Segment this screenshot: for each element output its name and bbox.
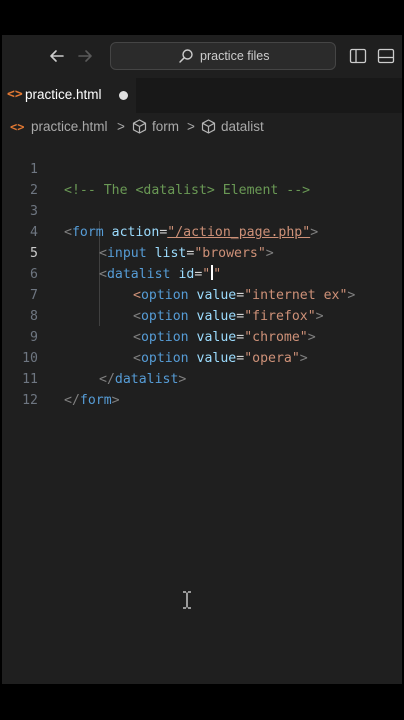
video-letterbox-bottom: [0, 684, 404, 720]
tab-bar: <> practice.html: [2, 78, 402, 113]
code-line[interactable]: 10 </datalist>: [2, 327, 402, 387]
code-line[interactable]: 9 <option value="opera">: [2, 306, 402, 366]
tab-filename: practice.html: [25, 87, 102, 102]
unsaved-dot-icon[interactable]: [119, 91, 128, 100]
title-bar: practice files: [2, 35, 402, 78]
back-arrow-icon[interactable]: [46, 45, 68, 67]
text-cursor-icon: [183, 591, 191, 609]
code-line[interactable]: 7 <option value="firefox">: [2, 264, 402, 324]
command-center-search[interactable]: practice files: [110, 42, 336, 70]
html-file-icon: <>: [10, 120, 25, 134]
code-line[interactable]: 11 </form>: [2, 348, 402, 408]
tag-bracket: >: [111, 393, 120, 408]
code-line[interactable]: 3 <form action="/action_page.php">: [2, 180, 402, 240]
breadcrumb-file[interactable]: practice.html: [31, 119, 108, 134]
html-file-icon: <>: [7, 87, 23, 102]
code-line[interactable]: 2: [2, 159, 402, 198]
breadcrumb-datalist[interactable]: datalist: [221, 119, 264, 134]
tag-bracket: </: [64, 393, 80, 408]
toggle-panel-icon[interactable]: [376, 46, 396, 66]
code-line[interactable]: 1 <!-- The <datalist> Element -->: [2, 138, 402, 198]
symbol-element-icon: [132, 119, 147, 134]
breadcrumb-separator: >: [187, 119, 195, 134]
toggle-sidebar-icon[interactable]: [348, 46, 368, 66]
search-icon: [179, 49, 193, 63]
code-line[interactable]: 12: [2, 369, 402, 408]
breadcrumb-form[interactable]: form: [152, 119, 179, 134]
code-line-active[interactable]: 5 <datalist id=" ": [2, 222, 402, 282]
code-line[interactable]: 4 <input list="browers">: [2, 201, 402, 261]
code-line[interactable]: 6 <option value="internet ex">: [2, 243, 402, 303]
tag-name: form: [79, 393, 112, 408]
breadcrumb: <> practice.html > form > datalist: [2, 113, 402, 140]
code-editor[interactable]: 1 <!-- The <datalist> Element --> 2 3 <f…: [2, 140, 402, 684]
tab-practice-html[interactable]: <> practice.html: [2, 78, 136, 113]
forward-arrow-icon[interactable]: [74, 45, 96, 67]
search-box-text: practice files: [200, 49, 270, 63]
line-number: 12: [22, 393, 38, 408]
code-line[interactable]: 8 <option value="chrome">: [2, 285, 402, 345]
breadcrumb-separator: >: [117, 119, 125, 134]
symbol-element-icon: [201, 119, 216, 134]
video-letterbox-top: [0, 0, 404, 35]
